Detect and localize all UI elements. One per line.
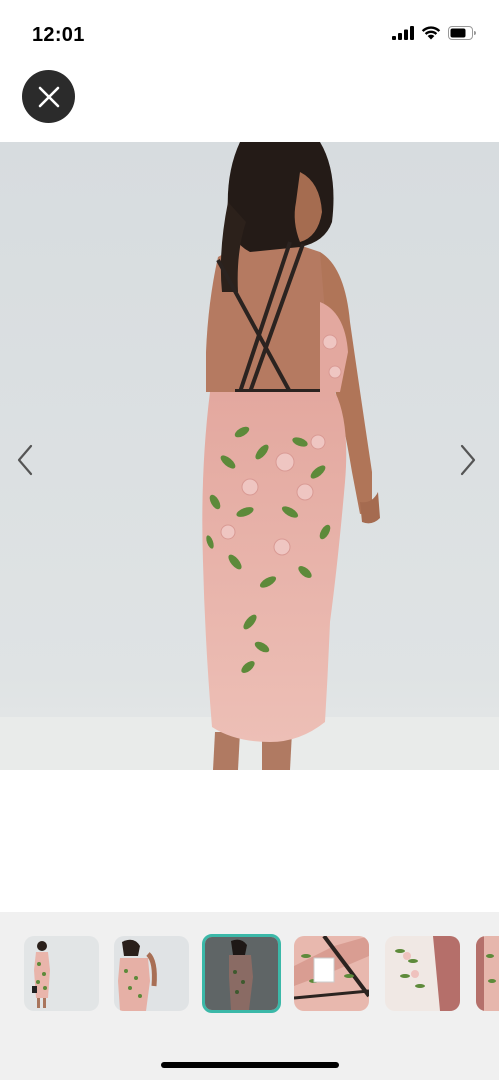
status-bar: 12:01 xyxy=(0,0,499,60)
next-image-button[interactable] xyxy=(453,438,483,482)
thumbnail-1[interactable] xyxy=(24,936,99,1011)
main-product-image[interactable] xyxy=(0,142,499,770)
status-time: 12:01 xyxy=(32,24,85,46)
thumbnail-6[interactable] xyxy=(476,936,499,1011)
status-icons xyxy=(392,25,477,40)
previous-image-button[interactable] xyxy=(10,438,40,482)
thumbnail-3-selected[interactable] xyxy=(202,934,281,1013)
thumbnail-5[interactable] xyxy=(385,936,460,1011)
thumbnail-4[interactable] xyxy=(294,936,369,1011)
chevron-left-icon xyxy=(17,444,33,476)
cellular-signal-icon xyxy=(392,25,414,40)
wifi-icon xyxy=(421,26,441,40)
battery-icon xyxy=(448,25,476,40)
home-indicator xyxy=(161,1062,339,1068)
thumbnail-strip[interactable] xyxy=(0,912,499,1080)
close-icon xyxy=(38,86,59,107)
chevron-right-icon xyxy=(460,444,476,476)
product-photo xyxy=(0,142,499,770)
close-button[interactable] xyxy=(22,70,75,123)
thumbnail-2[interactable] xyxy=(114,936,189,1011)
